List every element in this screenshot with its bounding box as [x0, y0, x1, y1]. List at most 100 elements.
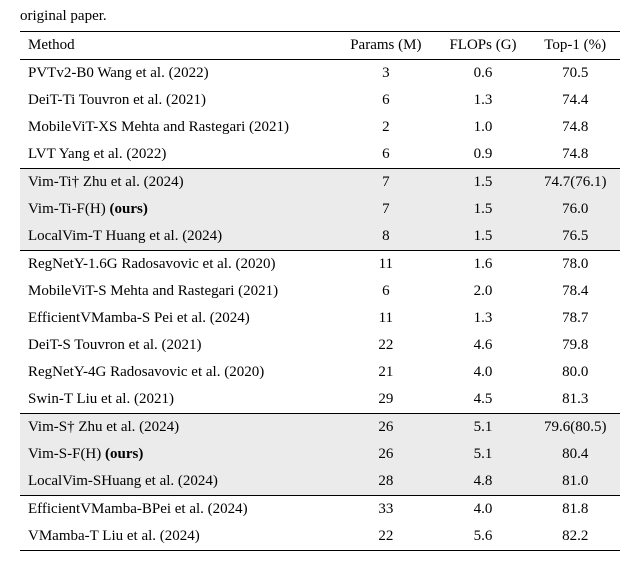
cell-flops: 1.5 [436, 223, 531, 251]
cell-top1: 70.5 [530, 60, 620, 88]
cell-method: DeiT-S Touvron et al. (2021) [20, 332, 336, 359]
cell-method: LocalVim-SHuang et al. (2024) [20, 468, 336, 496]
cell-params: 11 [336, 251, 436, 279]
table-row: DeiT-S Touvron et al. (2021)224.679.8 [20, 332, 620, 359]
table-row: Vim-S-F(H) (ours)265.180.4 [20, 441, 620, 468]
table-row: EfficientVMamba-BPei et al. (2024)334.08… [20, 496, 620, 524]
cell-params: 3 [336, 60, 436, 88]
table-row: LocalVim-T Huang et al. (2024)81.576.5 [20, 223, 620, 251]
cell-flops: 1.3 [436, 305, 531, 332]
cell-params: 6 [336, 141, 436, 169]
cell-top1: 74.8 [530, 114, 620, 141]
cell-method: Vim-Ti† Zhu et al. (2024) [20, 169, 336, 197]
cell-top1: 79.6(80.5) [530, 414, 620, 442]
cell-params: 2 [336, 114, 436, 141]
cell-params: 7 [336, 196, 436, 223]
table-row: DeiT-Ti Touvron et al. (2021)61.374.4 [20, 87, 620, 114]
cell-params: 22 [336, 332, 436, 359]
cell-method: Vim-Ti-F(H) (ours) [20, 196, 336, 223]
cell-method: Vim-S† Zhu et al. (2024) [20, 414, 336, 442]
table-row: EfficientVMamba-S Pei et al. (2024)111.3… [20, 305, 620, 332]
cell-flops: 4.5 [436, 386, 531, 414]
ours-marker: (ours) [109, 201, 147, 217]
cell-method: VMamba-T Liu et al. (2024) [20, 523, 336, 551]
cell-top1: 80.4 [530, 441, 620, 468]
cell-flops: 1.5 [436, 169, 531, 197]
cell-params: 26 [336, 441, 436, 468]
cell-params: 7 [336, 169, 436, 197]
table-row: PVTv2-B0 Wang et al. (2022)30.670.5 [20, 60, 620, 88]
cell-params: 26 [336, 414, 436, 442]
table-row: LocalVim-SHuang et al. (2024)284.881.0 [20, 468, 620, 496]
cell-params: 29 [336, 386, 436, 414]
cell-params: 6 [336, 278, 436, 305]
cell-top1: 81.3 [530, 386, 620, 414]
cell-flops: 0.6 [436, 60, 531, 88]
cell-flops: 4.0 [436, 359, 531, 386]
results-table: Method Params (M) FLOPs (G) Top-1 (%) PV… [20, 31, 620, 551]
cell-method: Swin-T Liu et al. (2021) [20, 386, 336, 414]
col-flops: FLOPs (G) [436, 32, 531, 60]
cell-flops: 1.6 [436, 251, 531, 279]
cell-method: RegNetY-1.6G Radosavovic et al. (2020) [20, 251, 336, 279]
cell-params: 6 [336, 87, 436, 114]
cell-method: DeiT-Ti Touvron et al. (2021) [20, 87, 336, 114]
cell-flops: 5.6 [436, 523, 531, 551]
cell-top1: 82.2 [530, 523, 620, 551]
header-row: Method Params (M) FLOPs (G) Top-1 (%) [20, 32, 620, 60]
cell-params: 11 [336, 305, 436, 332]
col-method: Method [20, 32, 336, 60]
cell-method: EfficientVMamba-BPei et al. (2024) [20, 496, 336, 524]
cell-method: EfficientVMamba-S Pei et al. (2024) [20, 305, 336, 332]
cell-top1: 76.5 [530, 223, 620, 251]
cell-method: LocalVim-T Huang et al. (2024) [20, 223, 336, 251]
cell-flops: 5.1 [436, 441, 531, 468]
cell-flops: 1.0 [436, 114, 531, 141]
cell-flops: 0.9 [436, 141, 531, 169]
cell-top1: 74.8 [530, 141, 620, 169]
cell-params: 22 [336, 523, 436, 551]
table-row: RegNetY-1.6G Radosavovic et al. (2020)11… [20, 251, 620, 279]
cell-method: PVTv2-B0 Wang et al. (2022) [20, 60, 336, 88]
table-row: RegNetY-4G Radosavovic et al. (2020)214.… [20, 359, 620, 386]
table-body: PVTv2-B0 Wang et al. (2022)30.670.5DeiT-… [20, 60, 620, 551]
cell-top1: 81.8 [530, 496, 620, 524]
cell-flops: 1.3 [436, 87, 531, 114]
cell-method: MobileViT-S Mehta and Rastegari (2021) [20, 278, 336, 305]
cell-top1: 78.7 [530, 305, 620, 332]
cell-method: Vim-S-F(H) (ours) [20, 441, 336, 468]
cell-top1: 76.0 [530, 196, 620, 223]
table-row: Swin-T Liu et al. (2021)294.581.3 [20, 386, 620, 414]
cell-params: 21 [336, 359, 436, 386]
cell-top1: 81.0 [530, 468, 620, 496]
cell-method: MobileViT-XS Mehta and Rastegari (2021) [20, 114, 336, 141]
caption-fragment: original paper. [20, 8, 620, 25]
cell-method: RegNetY-4G Radosavovic et al. (2020) [20, 359, 336, 386]
cell-flops: 4.6 [436, 332, 531, 359]
cell-flops: 5.1 [436, 414, 531, 442]
table-row: Vim-Ti† Zhu et al. (2024)71.574.7(76.1) [20, 169, 620, 197]
cell-params: 28 [336, 468, 436, 496]
cell-params: 33 [336, 496, 436, 524]
cell-params: 8 [336, 223, 436, 251]
table-row: VMamba-T Liu et al. (2024)225.682.2 [20, 523, 620, 551]
cell-flops: 2.0 [436, 278, 531, 305]
cell-flops: 1.5 [436, 196, 531, 223]
cell-top1: 80.0 [530, 359, 620, 386]
cell-top1: 79.8 [530, 332, 620, 359]
col-top1: Top-1 (%) [530, 32, 620, 60]
cell-top1: 74.7(76.1) [530, 169, 620, 197]
cell-top1: 78.0 [530, 251, 620, 279]
table-row: Vim-Ti-F(H) (ours)71.576.0 [20, 196, 620, 223]
cell-flops: 4.8 [436, 468, 531, 496]
ours-marker: (ours) [105, 446, 143, 462]
table-row: MobileViT-S Mehta and Rastegari (2021)62… [20, 278, 620, 305]
col-params: Params (M) [336, 32, 436, 60]
table-row: MobileViT-XS Mehta and Rastegari (2021)2… [20, 114, 620, 141]
cell-top1: 74.4 [530, 87, 620, 114]
cell-top1: 78.4 [530, 278, 620, 305]
table-row: Vim-S† Zhu et al. (2024)265.179.6(80.5) [20, 414, 620, 442]
table-row: LVT Yang et al. (2022)60.974.8 [20, 141, 620, 169]
cell-method: LVT Yang et al. (2022) [20, 141, 336, 169]
cell-flops: 4.0 [436, 496, 531, 524]
